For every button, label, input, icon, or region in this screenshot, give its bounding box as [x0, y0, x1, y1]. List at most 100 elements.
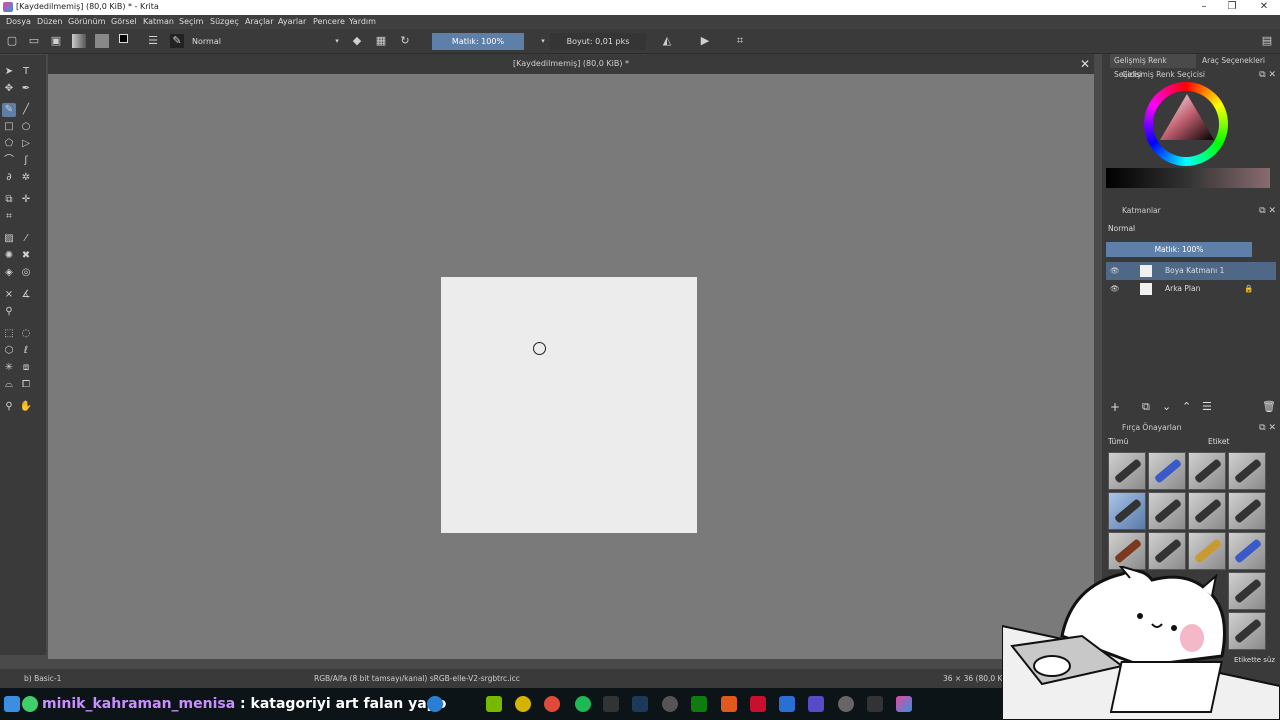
add-layer-icon[interactable]: +: [1110, 400, 1120, 414]
close-window-button[interactable]: ✕: [1248, 0, 1280, 15]
new-document-icon[interactable]: ▢: [5, 34, 19, 48]
text-tool-icon[interactable]: T: [19, 65, 33, 79]
line-tool-icon[interactable]: ╱: [19, 103, 33, 117]
fg-bg-color-icon[interactable]: [119, 34, 133, 48]
app-icon[interactable]: [779, 696, 795, 712]
close-document-icon[interactable]: ✕: [1080, 54, 1090, 74]
opacity-slider[interactable]: Matlık: 100%: [432, 33, 524, 50]
tab-tool-options[interactable]: Araç Seçenekleri: [1200, 54, 1276, 68]
transform-tool-icon[interactable]: ⧉: [2, 193, 16, 207]
brush-preset[interactable]: [1188, 492, 1226, 530]
brush-preset[interactable]: [1188, 452, 1226, 490]
brush-preset-icon[interactable]: ✎: [170, 34, 184, 48]
layer-row[interactable]: 👁 Arka Plan 🔒: [1106, 280, 1276, 298]
pan-tool-icon[interactable]: ✋: [19, 400, 33, 414]
epic-games-icon[interactable]: [867, 696, 883, 712]
freehand-path-icon[interactable]: ʃ: [19, 154, 33, 168]
reload-preset-icon[interactable]: ↻: [398, 34, 412, 48]
multibrush-icon[interactable]: ✲: [19, 171, 33, 185]
edge-icon[interactable]: [427, 696, 443, 712]
duplicate-layer-icon[interactable]: ⧉: [1142, 400, 1150, 414]
move-down-icon[interactable]: ⌄: [1162, 400, 1171, 413]
brush-preset[interactable]: [1228, 452, 1266, 490]
contiguous-select-icon[interactable]: ✳: [2, 361, 16, 375]
chrome-icon[interactable]: [544, 696, 560, 712]
freehand-brush-icon[interactable]: ✎: [2, 103, 16, 117]
brush-tag-button[interactable]: Etiket: [1208, 437, 1229, 446]
gradient-tool-icon[interactable]: ▨: [2, 232, 16, 246]
workspace-icon[interactable]: ▤: [1260, 34, 1274, 48]
menu-dosya[interactable]: Dosya: [6, 17, 31, 26]
enclose-fill-icon[interactable]: ◎: [19, 266, 33, 280]
brush-preset[interactable]: [1108, 492, 1146, 530]
polyline-tool-icon[interactable]: ▷: [19, 137, 33, 151]
ea-icon[interactable]: [721, 696, 737, 712]
rect-select-icon[interactable]: ⬚: [2, 327, 16, 341]
similar-select-icon[interactable]: ⧈: [19, 361, 33, 375]
krita-taskbar-icon[interactable]: [896, 696, 912, 712]
polygon-tool-icon[interactable]: ⬠: [2, 137, 16, 151]
reference-tool-icon[interactable]: ⚲: [2, 305, 16, 319]
open-folder-icon[interactable]: ▭: [27, 34, 41, 48]
brush-filter-select[interactable]: Tümü: [1108, 437, 1204, 449]
move-up-icon[interactable]: ⌃: [1182, 400, 1191, 413]
teams-icon[interactable]: [808, 696, 824, 712]
brush-preset[interactable]: [1148, 532, 1186, 570]
menu-araclar[interactable]: Araçlar: [245, 17, 273, 26]
color-triangle[interactable]: [1158, 92, 1216, 146]
edit-shape-icon[interactable]: ✥: [2, 82, 16, 96]
gradient-preset-icon[interactable]: [72, 34, 86, 48]
calligraphy-icon[interactable]: ✒: [19, 82, 33, 96]
dock-float-close-icon[interactable]: ⧉ ✕: [1259, 204, 1276, 218]
dock-float-close-icon[interactable]: ⧉ ✕: [1259, 421, 1276, 435]
layer-blend-select[interactable]: Normal: [1108, 222, 1254, 236]
brush-preset[interactable]: [1148, 452, 1186, 490]
menu-gorsel[interactable]: Görsel: [111, 17, 137, 26]
freehand-select-icon[interactable]: ℓ: [19, 344, 33, 358]
brush-preset[interactable]: [1228, 492, 1266, 530]
layer-properties-icon[interactable]: ☰: [1202, 400, 1212, 413]
layer-row[interactable]: 👁 Boya Katmanı 1: [1106, 262, 1276, 280]
menu-katman[interactable]: Katman: [143, 17, 174, 26]
ellipse-select-icon[interactable]: ◌: [19, 327, 33, 341]
fill-tool-icon[interactable]: ◈: [2, 266, 16, 280]
move-tool-icon[interactable]: ✛: [19, 193, 33, 207]
menu-suzgec[interactable]: Süzgeç: [210, 17, 239, 26]
nvidia-icon[interactable]: [486, 696, 502, 712]
save-icon[interactable]: ▣: [49, 34, 63, 48]
delete-layer-icon[interactable]: 🗑: [1262, 400, 1276, 413]
assistant-tool-icon[interactable]: ⨯: [2, 288, 16, 302]
polygon-select-icon[interactable]: ⬡: [2, 344, 16, 358]
lock-icon[interactable]: 🔒: [1244, 280, 1253, 298]
smart-patch-icon[interactable]: ✖: [19, 249, 33, 263]
brush-settings-icon[interactable]: ☰: [146, 34, 160, 48]
layer-opacity-slider[interactable]: Matlık: 100%: [1106, 242, 1252, 257]
spotify-icon[interactable]: [575, 696, 591, 712]
brush-preset[interactable]: [1188, 532, 1226, 570]
steam-icon[interactable]: [632, 696, 648, 712]
dock-float-close-icon[interactable]: ⧉ ✕: [1259, 68, 1276, 82]
document-tab[interactable]: [Kaydedilmemiş] (80,0 KiB) * ✕: [48, 54, 1094, 74]
brush-preset[interactable]: [1108, 532, 1146, 570]
mirror-vertical-icon[interactable]: ▶: [698, 34, 712, 48]
xbox-icon[interactable]: [691, 696, 707, 712]
obs-icon[interactable]: [515, 696, 531, 712]
riot-icon[interactable]: [750, 696, 766, 712]
menu-secim[interactable]: Seçim: [179, 17, 203, 26]
zoom-tool-icon[interactable]: ⚲: [2, 400, 16, 414]
brush-preset[interactable]: [1228, 532, 1266, 570]
menu-pencere[interactable]: Pencere: [313, 17, 345, 26]
epic-games-icon[interactable]: [603, 696, 619, 712]
visibility-eye-icon[interactable]: 👁: [1110, 280, 1120, 298]
alpha-lock-icon[interactable]: ▦: [374, 34, 388, 48]
pattern-preset-icon[interactable]: [95, 34, 109, 48]
select-shape-icon[interactable]: ➤: [2, 65, 16, 79]
eraser-mode-icon[interactable]: ◆: [350, 34, 364, 48]
maximize-button[interactable]: ❐: [1216, 0, 1248, 15]
tab-advanced-color-selector[interactable]: Gelişmiş Renk Seçicisi: [1110, 54, 1196, 79]
menu-gorunum[interactable]: Görünüm: [68, 17, 105, 26]
crop-icon[interactable]: ⌗: [733, 34, 747, 48]
brush-preset[interactable]: [1148, 492, 1186, 530]
app-icon[interactable]: [662, 696, 678, 712]
menu-ayarlar[interactable]: Ayarlar: [278, 17, 306, 26]
